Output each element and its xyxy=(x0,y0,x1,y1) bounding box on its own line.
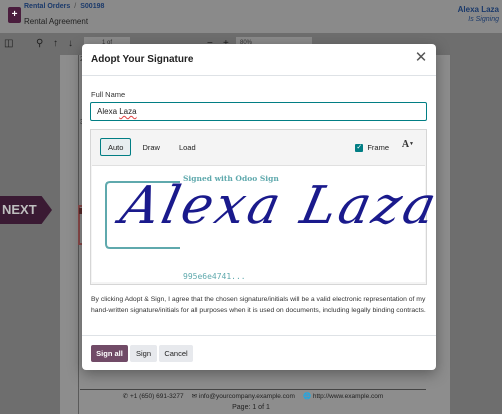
frame-toggle[interactable]: ✓ Frame xyxy=(355,143,389,152)
search-icon[interactable]: ⚲ xyxy=(36,38,43,50)
arrow-up-icon[interactable]: ↑ xyxy=(53,38,58,50)
page-footer: ✆ +1 (650) 691-3277 ✉ info@yourcompany.e… xyxy=(80,389,426,400)
dialog-title: Adopt Your Signature xyxy=(91,54,194,65)
footer-phone: ✆ +1 (650) 691-3277 xyxy=(122,393,184,400)
breadcrumb: Rental Orders / S00198 xyxy=(24,3,104,10)
close-icon[interactable]: ✕ xyxy=(414,50,428,65)
footer-email-text: info@yourcompany.example.com xyxy=(198,393,295,400)
signature-panel: Auto Draw Load ✓ Frame A▼ Signed with Od… xyxy=(90,129,444,285)
app-menu-button[interactable]: + xyxy=(8,7,21,23)
cancel-button[interactable]: Cancel xyxy=(159,345,193,362)
app-header: + Rental Orders / S00198 Rental Agreement … xyxy=(0,0,502,33)
full-name-label: Full Name xyxy=(91,90,126,99)
signature-mode-tabs: Auto Draw Load xyxy=(100,138,204,156)
dialog-header: Adopt Your Signature ✕ xyxy=(82,44,436,76)
footer-email: ✉ info@yourcompany.example.com xyxy=(191,393,295,400)
signer-status: Is Signing xyxy=(468,16,499,23)
frame-hash-text: 995e6e4741... xyxy=(183,272,246,281)
footer-website: 🌐 http://www.example.com xyxy=(302,393,384,400)
frame-label: Frame xyxy=(367,143,389,152)
breadcrumb-order[interactable]: S00198 xyxy=(80,3,104,10)
signature-canvas[interactable]: Signed with Odoo Sign Alexa Laza 995e6e4… xyxy=(92,165,444,282)
next-field-button[interactable]: NEXT xyxy=(0,196,52,224)
sign-button[interactable]: Sign xyxy=(130,345,157,362)
footer-phone-text: +1 (650) 691-3277 xyxy=(129,393,184,400)
tab-load[interactable]: Load xyxy=(171,138,204,156)
tab-draw[interactable]: Draw xyxy=(134,138,168,156)
font-select-icon[interactable]: A▼ xyxy=(402,139,414,150)
sign-all-button[interactable]: Sign all xyxy=(91,345,128,362)
full-name-first: Alexa xyxy=(97,107,120,116)
full-name-input[interactable]: Alexa Laza xyxy=(90,102,427,121)
document-title: Rental Agreement xyxy=(24,17,89,26)
signature-preview: Alexa Laza xyxy=(115,176,445,236)
dialog-footer: Sign all Sign Cancel xyxy=(82,335,436,370)
breadcrumb-separator: / xyxy=(74,3,77,10)
breadcrumb-rental-orders[interactable]: Rental Orders xyxy=(24,3,70,10)
arrow-down-icon[interactable]: ↓ xyxy=(68,38,73,50)
footer-website-text: http://www.example.com xyxy=(312,393,384,400)
page-count: Page: 1 of 1 xyxy=(232,404,270,411)
checkbox-checked-icon[interactable]: ✓ xyxy=(355,143,364,152)
full-name-last: Laza xyxy=(119,107,137,116)
legal-notice: By clicking Adopt & Sign, I agree that t… xyxy=(91,296,426,314)
sidebar-toggle-icon[interactable]: ◫ xyxy=(4,38,13,50)
signer-name: Alexa Laza xyxy=(457,5,499,14)
adopt-signature-dialog: Adopt Your Signature ✕ Full Name Alexa L… xyxy=(82,44,444,370)
tab-auto[interactable]: Auto xyxy=(100,138,132,156)
